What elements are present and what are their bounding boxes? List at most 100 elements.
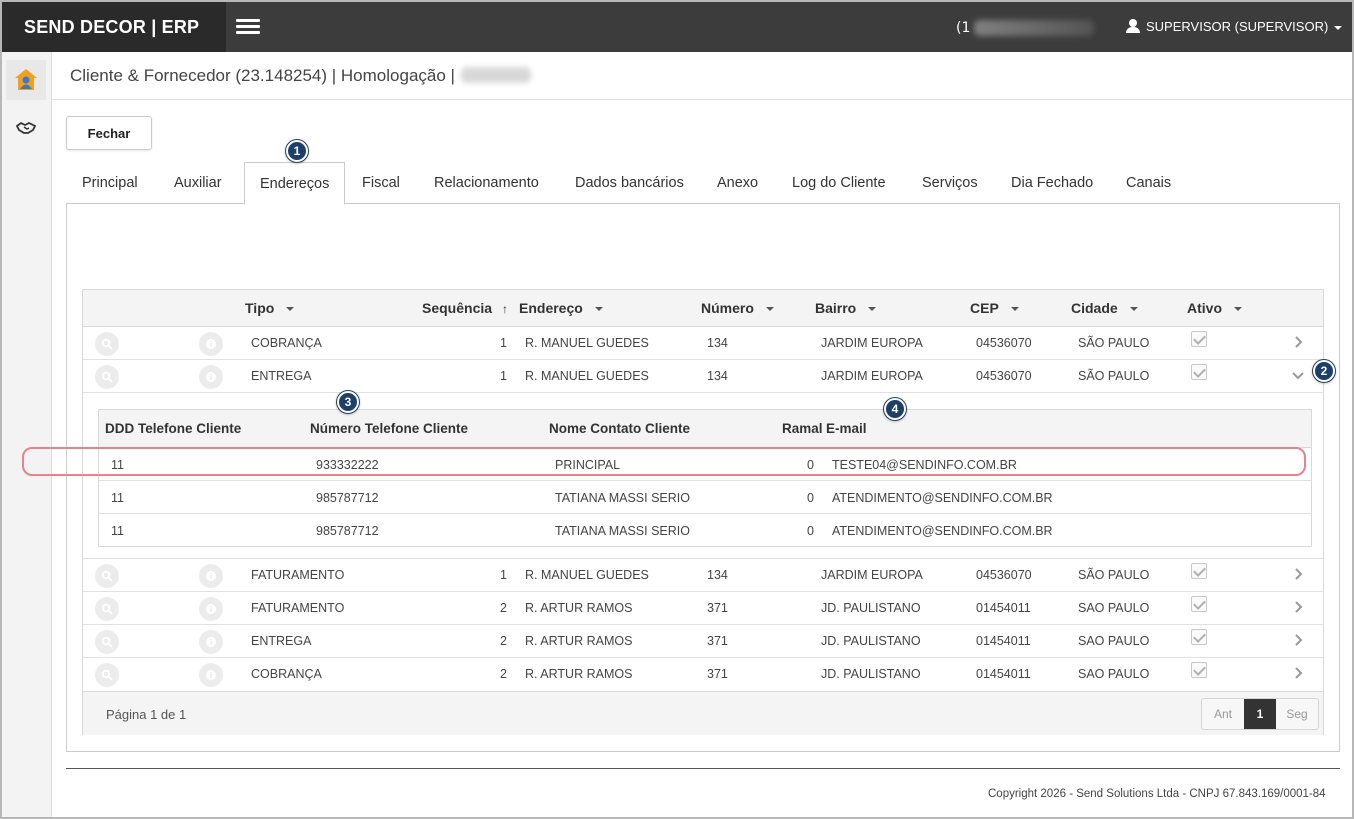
cell-tipo: ENTREGA [251, 634, 312, 648]
cell-cidade: SÃO PAULO [1078, 336, 1150, 350]
active-checkbox[interactable] [1191, 331, 1207, 347]
chevron-down-icon [1334, 25, 1343, 30]
chevron-right-icon[interactable] [1291, 600, 1305, 614]
contact-row[interactable]: 11 985787712 TATIANA MASSI SERIO 0 ATEND… [99, 481, 1311, 514]
table-row[interactable]: ENTREGA 2 R. ARTUR RAMOS 371 JD. PAULIST… [83, 625, 1323, 658]
active-checkbox[interactable] [1191, 629, 1207, 645]
cell-ddd: 11 [111, 491, 124, 505]
sidebar-item-deals[interactable] [6, 108, 46, 148]
cell-bairro: JD. PAULISTANO [821, 667, 921, 681]
col-tipo-label: Tipo [245, 300, 275, 316]
tab-bar: Principal Auxiliar Endereços Fiscal Rela… [66, 162, 1340, 205]
table-row[interactable]: COBRANÇA 2 R. ARTUR RAMOS 371 JD. PAULIS… [83, 658, 1323, 691]
contact-row[interactable]: 11 985787712 TATIANA MASSI SERIO 0 ATEND… [99, 514, 1311, 547]
col-endereco[interactable]: Endereço [519, 300, 603, 316]
info-icon[interactable] [199, 564, 223, 588]
search-icon[interactable] [95, 365, 119, 389]
search-icon[interactable] [95, 597, 119, 621]
col-telefone[interactable]: Número Telefone Cliente [310, 421, 468, 436]
page-title: Cliente & Fornecedor (23.148254) | Homol… [70, 66, 455, 85]
col-cidade[interactable]: Cidade [1071, 300, 1138, 316]
cell-numero: 371 [707, 667, 728, 681]
menu-toggle-icon[interactable] [236, 19, 260, 35]
cell-bairro: JARDIM EUROPA [821, 369, 923, 383]
user-menu[interactable]: SUPERVISOR (SUPERVISOR) [1126, 2, 1343, 52]
info-icon[interactable] [199, 332, 223, 356]
callout-badge-3: 3 [337, 391, 359, 413]
chevron-right-icon[interactable] [1291, 666, 1305, 680]
search-icon[interactable] [95, 663, 119, 687]
app-brand[interactable]: SEND DECOR | ERP [2, 2, 226, 52]
cell-ddd: 11 [111, 524, 124, 538]
col-sequencia[interactable]: Sequência ↑ [422, 300, 508, 316]
col-cidade-label: Cidade [1071, 300, 1118, 316]
active-checkbox[interactable] [1191, 563, 1207, 579]
col-numero-label: Número [701, 300, 754, 316]
contacts-grid-header: DDD Telefone Cliente Número Telefone Cli… [99, 410, 1311, 448]
info-icon[interactable] [199, 597, 223, 621]
chevron-right-icon[interactable] [1291, 567, 1305, 581]
grid-header: Tipo Sequência ↑ Endereço Número Bairro C… [83, 290, 1323, 327]
info-icon[interactable] [199, 365, 223, 389]
table-row[interactable]: COBRANÇA 1 R. MANUEL GUEDES 134 JARDIM E… [83, 327, 1323, 360]
next-page-button[interactable]: Seg [1276, 699, 1318, 729]
tab-dia-fechado[interactable]: Dia Fechado [1011, 162, 1093, 204]
tab-fiscal[interactable]: Fiscal [362, 162, 400, 204]
tab-enderecos[interactable]: Endereços [244, 162, 346, 205]
chevron-down-icon[interactable] [1291, 368, 1305, 382]
sidebar-item-clients[interactable] [6, 60, 46, 100]
sort-up-icon: ↑ [502, 302, 509, 316]
chevron-right-icon[interactable] [1291, 633, 1305, 647]
tab-auxiliar[interactable]: Auxiliar [174, 162, 222, 204]
phone-prefix: (1 [956, 20, 971, 36]
active-checkbox[interactable] [1191, 662, 1207, 678]
table-row[interactable]: FATURAMENTO 1 R. MANUEL GUEDES 134 JARDI… [83, 559, 1323, 592]
callout-badge-1: 1 [286, 140, 308, 162]
close-button[interactable]: Fechar [66, 116, 152, 150]
search-icon[interactable] [95, 630, 119, 654]
tab-relacionamento[interactable]: Relacionamento [434, 162, 539, 204]
chevron-right-icon[interactable] [1291, 335, 1305, 349]
info-icon[interactable] [199, 663, 223, 687]
grid-footer: Página 1 de 1 Ant 1 Seg [83, 691, 1323, 735]
col-bairro[interactable]: Bairro [815, 300, 877, 316]
active-checkbox[interactable] [1191, 596, 1207, 612]
info-icon[interactable] [199, 630, 223, 654]
col-email[interactable]: E-mail [826, 421, 867, 436]
col-cep[interactable]: CEP [970, 300, 1019, 316]
copyright: Copyright 2026 - Send Solutions Ltda - C… [988, 788, 1326, 800]
cell-seq: 2 [500, 634, 507, 648]
col-ativo[interactable]: Ativo [1187, 300, 1242, 316]
tab-log-do-cliente[interactable]: Log do Cliente [792, 162, 886, 204]
cell-tipo: COBRANÇA [251, 336, 322, 350]
cell-tipo: FATURAMENTO [251, 568, 345, 582]
tab-dados-bancarios[interactable]: Dados bancários [575, 162, 684, 204]
col-tipo[interactable]: Tipo [245, 300, 295, 316]
cell-tipo: COBRANÇA [251, 667, 322, 681]
cell-endereco: R. MANUEL GUEDES [525, 568, 649, 582]
cell-ramal: 0 [807, 491, 814, 505]
col-ramal[interactable]: Ramal [782, 421, 823, 436]
cell-cidade: SÃO PAULO [1078, 369, 1150, 383]
col-numero[interactable]: Número [701, 300, 774, 316]
col-bairro-label: Bairro [815, 300, 857, 316]
sort-caret-icon [868, 307, 877, 312]
tab-canais[interactable]: Canais [1126, 162, 1171, 204]
col-ddd[interactable]: DDD Telefone Cliente [105, 421, 241, 436]
table-row[interactable]: FATURAMENTO 2 R. ARTUR RAMOS 371 JD. PAU… [83, 592, 1323, 625]
cell-numero: 134 [707, 369, 728, 383]
page-1-button[interactable]: 1 [1244, 699, 1276, 729]
col-contato[interactable]: Nome Contato Cliente [549, 421, 690, 436]
tab-principal[interactable]: Principal [82, 162, 138, 204]
search-icon[interactable] [95, 332, 119, 356]
cell-numero: 134 [707, 568, 728, 582]
cell-bairro: JARDIM EUROPA [821, 568, 923, 582]
table-row-expanded[interactable]: ENTREGA 1 R. MANUEL GUEDES 134 JARDIM EU… [83, 360, 1323, 393]
sort-caret-icon [765, 307, 774, 312]
tab-servicos[interactable]: Serviços [922, 162, 978, 204]
cell-endereco: R. ARTUR RAMOS [525, 601, 633, 615]
search-icon[interactable] [95, 564, 119, 588]
active-checkbox[interactable] [1191, 364, 1207, 380]
prev-page-button[interactable]: Ant [1202, 699, 1244, 729]
tab-anexo[interactable]: Anexo [717, 162, 758, 204]
